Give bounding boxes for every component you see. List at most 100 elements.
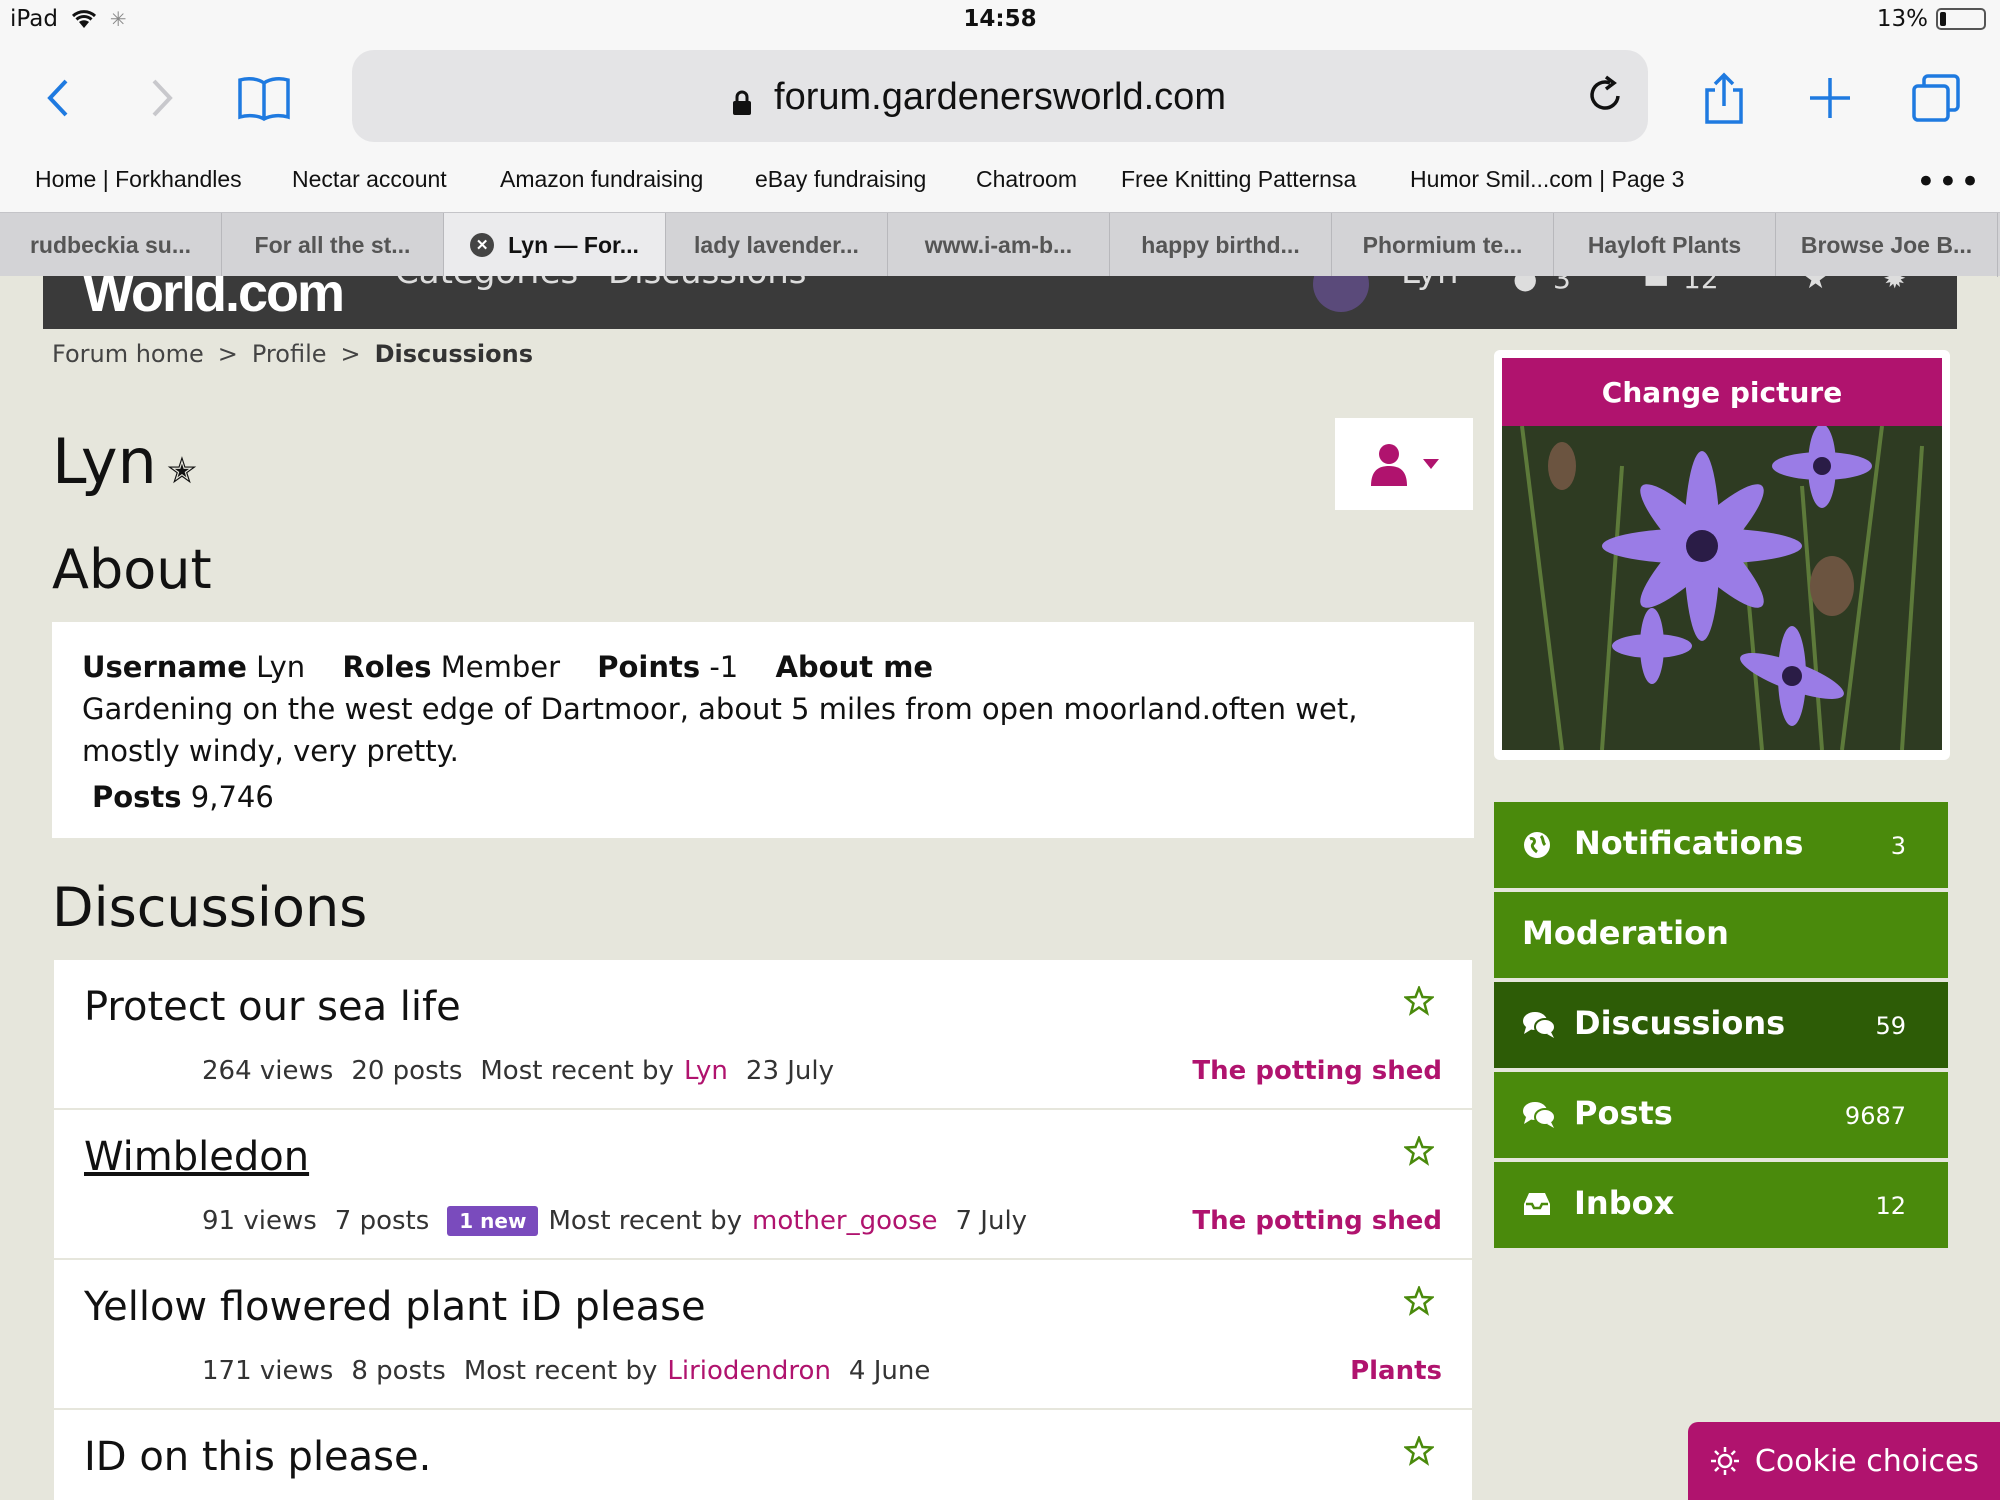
most-recent-user[interactable]: Lyn [684,1056,728,1086]
bookmark-star-icon[interactable] [1404,1136,1434,1166]
most-recent-label: Most recent by [480,1056,674,1086]
inbox-icon [1524,1193,1550,1215]
avatar[interactable] [1313,276,1369,312]
browser-tab-active[interactable]: ✕ Lyn — For... [444,213,666,277]
sidebar-item-label: Discussions [1574,1004,1786,1042]
notification-count: 3 [1553,276,1571,295]
about-me-text: Gardening on the west edge of Dartmoor, … [82,692,1358,768]
discussion-views: 91 views [202,1206,317,1236]
clock: 14:58 [963,6,1037,32]
username-value: Lyn [256,650,306,684]
discussion-category[interactable]: Plants [1350,1356,1442,1386]
discussion-title[interactable]: Protect our sea life [84,984,461,1030]
user-options-button[interactable] [1335,418,1473,510]
chevron-left-icon [47,79,68,117]
browser-tab[interactable]: For all the st... [222,213,444,277]
browser-tab[interactable]: rudbeckia su... [0,213,222,277]
plus-icon [1810,78,1850,118]
bookmark-item[interactable]: Free Knitting Patternsa [1121,166,1356,193]
reload-icon[interactable] [1586,74,1626,116]
forward-button[interactable] [132,70,192,126]
gear-icon [1710,1447,1739,1475]
bookmark-item[interactable]: Chatroom [976,166,1077,193]
sidebar-item-discussions[interactable]: Discussions 59 [1494,982,1948,1068]
sidebar-item-posts[interactable]: Posts 9687 [1494,1072,1948,1158]
globe-icon[interactable]: ● [1513,276,1537,295]
new-badge: 1 new [447,1206,539,1236]
close-tab-icon[interactable]: ✕ [470,233,495,257]
bookmark-item[interactable]: Humor Smil...com | Page 3 [1410,166,1684,193]
sidebar-item-label: Posts [1574,1094,1673,1132]
more-bookmarks-button[interactable]: ••• [1916,162,1982,202]
inbox-count: 12 [1683,276,1719,295]
tabs-overview-button[interactable] [1906,70,1966,126]
discussion-title[interactable]: ID on this please. [84,1434,431,1480]
new-tab-button[interactable] [1800,70,1860,126]
roles-value: Member [440,650,561,684]
roles-label: Roles [342,650,432,684]
sidebar-item-count: 3 [1890,832,1906,860]
discussion-date: 23 July [745,1056,835,1086]
posts-label: Posts [92,780,182,814]
most-recent-label: Most recent by [463,1356,658,1386]
bookmark-icon[interactable]: ★ [1803,276,1828,295]
bookmarks-bar: Home | Forkhandles Nectar account Amazon… [0,150,2000,212]
most-recent-user[interactable]: mother_goose [752,1206,937,1236]
nav-discussions[interactable]: Discussions [608,276,807,292]
browser-tab[interactable]: Phormium te... [1332,213,1554,277]
bookmark-item[interactable]: Home | Forkhandles [35,166,242,193]
browser-toolbar: forum.gardenersworld.com [0,40,2000,150]
about-me-label: About me [775,650,934,684]
battery-icon [1936,8,1986,30]
discussion-date: 4 June [848,1356,931,1386]
discussion-posts: 7 posts [334,1206,430,1236]
nav-categories[interactable]: Categories [395,276,578,292]
discussion-views: 171 views [202,1356,334,1386]
header-username[interactable]: Lyn [1401,276,1459,292]
gear-icon[interactable]: ✹ [1883,276,1906,295]
discussion-category[interactable]: The potting shed [1192,1056,1442,1086]
browser-tab[interactable]: www.i-am-b... [888,213,1110,277]
breadcrumb-current: Discussions [374,340,534,368]
bookmark-star-icon[interactable] [1404,986,1434,1016]
page-title: Lyn ✭ [52,425,197,498]
user-icon [1371,444,1407,486]
bookmark-star-icon[interactable] [1404,1286,1434,1316]
sidebar-item-inbox[interactable]: Inbox 12 [1494,1162,1948,1248]
change-picture-button[interactable]: Change picture [1502,358,1942,426]
inbox-icon[interactable]: ▬ [1643,276,1669,295]
about-box: Username Lyn Roles Member Points -1 Abou… [52,622,1474,838]
discussion-title[interactable]: Wimbledon [84,1134,309,1180]
profile-name: Lyn [52,425,157,498]
sidebar-item-moderation[interactable]: Moderation [1494,892,1948,978]
rank-star-icon: ✭ [166,451,198,492]
browser-tab[interactable]: Browse Joe B... [1776,213,1998,277]
battery-percent: 13% [1876,6,1928,32]
bookmark-item[interactable]: eBay fundraising [755,166,926,193]
sidebar-item-notifications[interactable]: Notifications 3 [1494,802,1948,888]
address-bar[interactable]: forum.gardenersworld.com [352,50,1648,142]
site-logo[interactable]: World.com [83,276,345,324]
browser-tab[interactable]: Hayloft Plants [1554,213,1776,277]
bookmarks-button[interactable] [234,70,294,126]
chat-bubbles-icon [1523,1012,1556,1038]
share-button[interactable] [1694,70,1754,126]
discussion-title[interactable]: Yellow flowered plant iD please [84,1284,706,1330]
back-button[interactable] [28,70,88,126]
browser-tab[interactable]: happy birthd... [1110,213,1332,277]
bookmark-star-icon[interactable] [1404,1436,1434,1466]
book-icon [238,77,290,121]
breadcrumb-profile[interactable]: Profile [252,340,327,368]
bookmark-item[interactable]: Nectar account [292,166,447,193]
breadcrumb-home[interactable]: Forum home [52,340,204,368]
cookie-choices-button[interactable]: Cookie choices [1688,1422,2000,1500]
globe-icon [1524,832,1550,858]
browser-tab[interactable]: lady lavender... [666,213,888,277]
about-heading: About [52,538,212,601]
most-recent-user[interactable]: Liriodendron [667,1356,831,1386]
sidebar-item-count: 59 [1875,1012,1906,1040]
discussion-date: 7 July [955,1206,1028,1236]
cookie-label: Cookie choices [1754,1443,1980,1479]
discussion-category[interactable]: The potting shed [1192,1206,1442,1236]
bookmark-item[interactable]: Amazon fundraising [500,166,703,193]
